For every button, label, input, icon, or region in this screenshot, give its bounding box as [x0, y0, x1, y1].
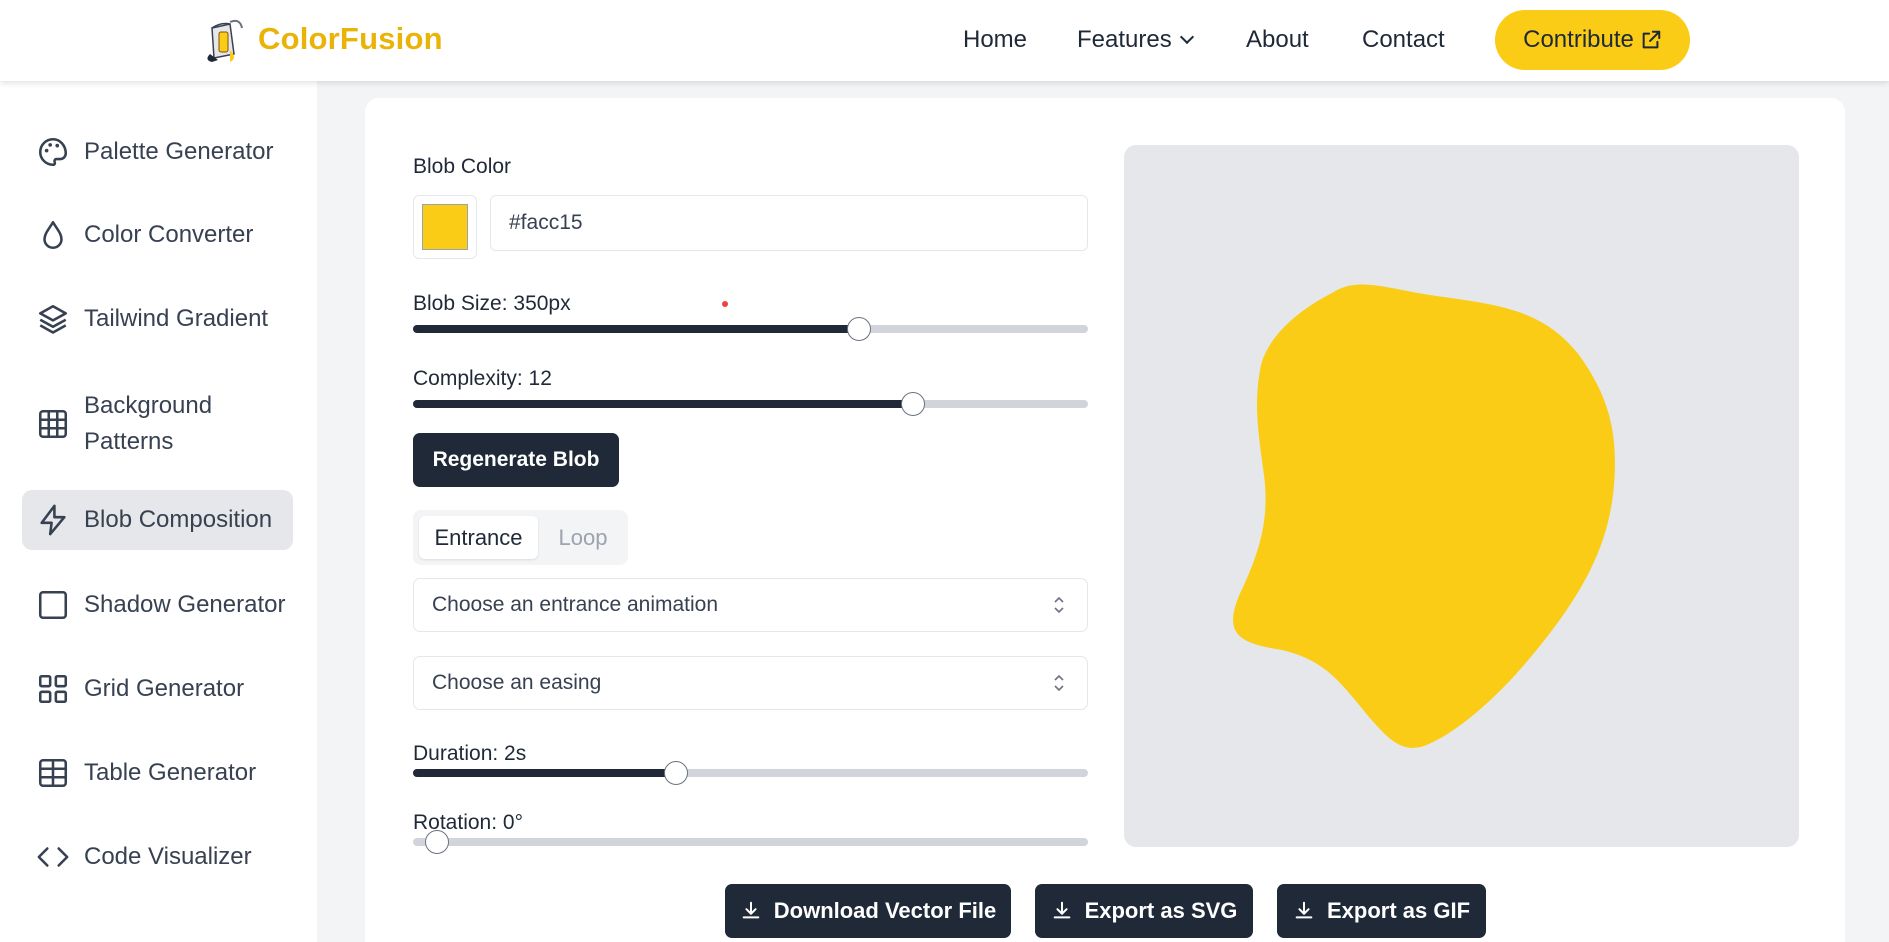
sidebar-item-palette-generator[interactable]: Palette Generator — [22, 121, 293, 183]
slider-thumb[interactable] — [846, 317, 871, 341]
slider-fill — [413, 400, 913, 408]
nav-home-link[interactable]: Home — [963, 26, 1027, 54]
export-gif-button[interactable]: Export as GIF — [1277, 884, 1486, 938]
sidebar: Palette Generator Color Converter Tailwi… — [0, 81, 317, 942]
palette-icon — [38, 137, 68, 167]
sidebar-item-tailwind-gradient[interactable]: Tailwind Gradient — [22, 288, 293, 350]
blob-shape — [1233, 284, 1615, 748]
entrance-animation-placeholder: Choose an entrance animation — [432, 593, 719, 616]
code-icon — [37, 847, 69, 867]
contribute-label: Contribute — [1523, 26, 1634, 53]
sidebar-item-label: Tailwind Gradient — [84, 305, 269, 332]
nav-features-label: Features — [1077, 26, 1172, 53]
entrance-animation-select[interactable]: Choose an entrance animation — [413, 578, 1088, 632]
download-vector-label: Download Vector File — [773, 898, 997, 923]
blob-preview-area — [1124, 145, 1799, 847]
nav-about-link[interactable]: About — [1246, 26, 1309, 54]
app-name: ColorFusion — [258, 21, 443, 56]
paint-bucket-logo-icon — [207, 19, 243, 62]
nav-features-link[interactable]: Features — [1077, 26, 1194, 54]
export-svg-button[interactable]: Export as SVG — [1035, 884, 1253, 938]
chevron-up-down-icon — [1054, 674, 1064, 692]
sidebar-item-code-visualizer[interactable]: Code Visualizer — [22, 826, 293, 888]
slider-thumb[interactable] — [425, 830, 449, 854]
sidebar-item-color-converter[interactable]: Color Converter — [22, 204, 293, 266]
cursor-dot — [722, 301, 728, 307]
easing-placeholder: Choose an easing — [432, 671, 602, 694]
blob-color-hex-input[interactable] — [490, 195, 1088, 251]
table-icon — [38, 758, 68, 788]
sidebar-item-label: Blob Composition — [84, 506, 273, 533]
sidebar-item-grid-generator[interactable]: Grid Generator — [22, 658, 293, 720]
sidebar-item-blob-composition[interactable]: Blob Composition — [22, 490, 293, 550]
sidebar-item-label: Color Converter — [84, 221, 254, 248]
sidebar-item-label: Table Generator — [84, 759, 257, 786]
animation-tabs: Entrance Loop — [413, 510, 628, 565]
slider-thumb[interactable] — [900, 392, 925, 416]
regenerate-blob-button[interactable]: Regenerate Blob — [413, 433, 619, 487]
slider-fill — [413, 325, 859, 333]
blob-color-picker[interactable] — [413, 195, 477, 259]
sidebar-item-label: Palette Generator — [84, 138, 274, 165]
layers-icon — [38, 304, 68, 334]
sidebar-item-label: Background Patterns — [84, 392, 213, 455]
sidebar-item-label: Code Visualizer — [84, 843, 252, 870]
layout-grid-icon — [38, 674, 68, 704]
download-icon — [1053, 901, 1070, 919]
complexity-label: Complexity: 12 — [413, 367, 552, 390]
export-gif-label: Export as GIF — [1326, 898, 1471, 923]
duration-slider[interactable] — [413, 761, 1088, 785]
tab-entrance[interactable]: Entrance — [419, 516, 538, 559]
sidebar-item-label: Grid Generator — [84, 675, 245, 702]
zap-icon — [40, 504, 66, 536]
sidebar-item-background-patterns[interactable]: Background Patterns — [22, 379, 293, 469]
blob-size-slider[interactable] — [413, 317, 1088, 341]
chevron-down-icon — [1179, 29, 1194, 45]
blob-size-label: Blob Size: 350px — [413, 292, 571, 315]
download-icon — [1295, 901, 1313, 919]
external-link-icon — [1642, 30, 1661, 49]
nav-contact-link[interactable]: Contact — [1362, 26, 1445, 54]
blob-color-label: Blob Color — [413, 155, 512, 178]
complexity-slider[interactable] — [413, 392, 1088, 416]
contribute-button[interactable]: Contribute — [1495, 10, 1690, 70]
droplet-icon — [43, 220, 63, 249]
download-vector-file-button[interactable]: Download Vector File — [725, 884, 1011, 938]
slider-fill — [413, 769, 677, 777]
square-icon — [38, 590, 68, 620]
sidebar-item-shadow-generator[interactable]: Shadow Generator — [22, 574, 293, 636]
chevron-up-down-icon — [1054, 596, 1064, 614]
rotation-slider[interactable] — [413, 830, 1088, 854]
top-header: ColorFusion Home Features About Contact … — [0, 0, 1889, 81]
tab-loop[interactable]: Loop — [538, 516, 628, 559]
easing-select[interactable]: Choose an easing — [413, 656, 1088, 710]
blob-color-swatch — [422, 204, 468, 250]
logo[interactable]: ColorFusion — [200, 14, 443, 64]
grid-icon — [38, 409, 68, 439]
export-svg-label: Export as SVG — [1084, 898, 1238, 923]
sidebar-item-table-generator[interactable]: Table Generator — [22, 742, 293, 804]
sidebar-item-label: Shadow Generator — [84, 591, 286, 618]
download-icon — [742, 901, 760, 919]
duration-label: Duration: 2s — [413, 742, 527, 765]
